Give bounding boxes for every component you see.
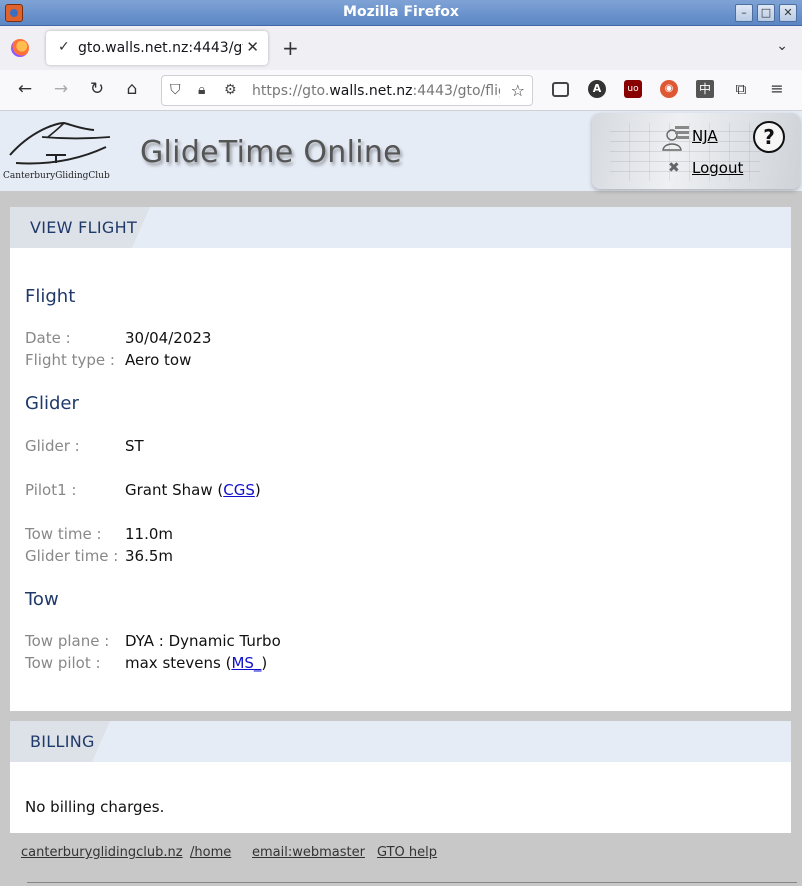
glider-time-value: 36.5m bbox=[125, 547, 174, 565]
logout-link[interactable]: Logout bbox=[692, 159, 743, 177]
footer: canterburyglidingclub.nz /home email:web… bbox=[0, 833, 802, 873]
tow-time-label: Tow time : bbox=[25, 525, 102, 543]
pilot1-value: Grant Shaw (CGS) bbox=[125, 481, 261, 499]
browser-tab[interactable]: ✓ gto.walls.net.nz:4443/gto/flight/view … bbox=[46, 31, 268, 65]
minimize-icon[interactable]: – bbox=[735, 4, 753, 22]
tow-pilot-name: max stevens bbox=[125, 654, 221, 672]
panel-header: VIEW FLIGHT bbox=[10, 207, 791, 248]
site-header: CanterburyGlidingClub GlideTime Online N… bbox=[0, 111, 802, 191]
duckduckgo-icon[interactable]: ◉ bbox=[660, 80, 678, 98]
panel-title: VIEW FLIGHT bbox=[30, 218, 138, 237]
billing-panel: BILLING No billing charges. bbox=[10, 721, 791, 833]
club-logo-text: CanterburyGlidingClub bbox=[3, 171, 110, 181]
tow-pilot-code-link[interactable]: MS_ bbox=[231, 654, 261, 672]
user-code-link[interactable]: NJA bbox=[692, 127, 718, 145]
reload-icon[interactable]: ↻ bbox=[85, 79, 109, 99]
navigation-bar: ← → ↻ ⌂ ⛉ 🔒︎ ⚙ https://gto.walls.net.nz:… bbox=[0, 70, 802, 111]
pilot1-code-link[interactable]: CGS bbox=[223, 481, 255, 499]
close-tab-icon[interactable]: ✕ bbox=[246, 38, 259, 56]
billing-text: No billing charges. bbox=[25, 798, 165, 816]
user-icon bbox=[662, 126, 689, 151]
shield-icon[interactable]: ⛉ bbox=[170, 82, 181, 98]
forward-icon[interactable]: → bbox=[49, 79, 73, 99]
tow-pilot-label: Tow pilot : bbox=[25, 654, 101, 672]
divider bbox=[27, 882, 797, 883]
glider-heading: Glider bbox=[25, 393, 79, 414]
tow-plane-value: DYA : Dynamic Turbo bbox=[125, 632, 281, 650]
tow-plane-label: Tow plane : bbox=[25, 632, 110, 650]
new-tab-icon[interactable]: + bbox=[282, 36, 299, 60]
home-icon[interactable]: ⌂ bbox=[120, 79, 144, 99]
date-label: Date : bbox=[25, 329, 71, 347]
ublock-icon[interactable]: uo bbox=[624, 80, 642, 98]
back-icon[interactable]: ← bbox=[13, 79, 37, 99]
window-title: Mozilla Firefox bbox=[343, 4, 459, 20]
footer-link-club[interactable]: canterburyglidingclub.nz bbox=[21, 845, 183, 860]
bookmark-star-icon[interactable]: ☆ bbox=[511, 81, 525, 100]
pocket-icon[interactable] bbox=[552, 82, 569, 97]
lock-icon[interactable]: 🔒︎ bbox=[198, 82, 205, 98]
chevron-down-icon[interactable]: ⌄ bbox=[776, 38, 788, 54]
extensions-icon[interactable]: ⧉ bbox=[732, 80, 750, 98]
pilot1-name: Grant Shaw bbox=[125, 481, 213, 499]
view-flight-panel: VIEW FLIGHT Flight Date : 30/04/2023 Fli… bbox=[10, 207, 791, 711]
flight-type-value: Aero tow bbox=[125, 351, 192, 369]
maximize-icon[interactable]: □ bbox=[757, 4, 775, 22]
pilot1-label: Pilot1 : bbox=[25, 481, 77, 499]
url-bar[interactable]: ⛉ 🔒︎ ⚙ https://gto.walls.net.nz:4443/gto… bbox=[161, 75, 533, 106]
panel-header: BILLING bbox=[10, 721, 791, 762]
footer-link-webmaster[interactable]: email:webmaster bbox=[252, 845, 365, 860]
glider-label: Glider : bbox=[25, 437, 80, 455]
panel-tab: VIEW FLIGHT bbox=[10, 207, 150, 248]
panel-tab: BILLING bbox=[10, 721, 110, 762]
window-titlebar: Mozilla Firefox – □ ✕ bbox=[0, 0, 802, 26]
app-title: GlideTime Online bbox=[140, 135, 402, 170]
glider-time-label: Glider time : bbox=[25, 547, 119, 565]
footer-link-help[interactable]: GTO help bbox=[377, 845, 437, 860]
translate-icon[interactable]: 中 bbox=[696, 80, 714, 98]
firefox-view-icon[interactable] bbox=[11, 39, 29, 57]
extension-a-icon[interactable]: A bbox=[588, 80, 606, 98]
footer-link-home[interactable]: /home bbox=[190, 845, 231, 860]
menu-icon[interactable]: ≡ bbox=[768, 80, 786, 98]
tow-time-value: 11.0m bbox=[125, 525, 174, 543]
tab-strip: ✓ gto.walls.net.nz:4443/gto/flight/view … bbox=[0, 26, 802, 70]
glider-value: ST bbox=[125, 437, 144, 455]
flight-heading: Flight bbox=[25, 286, 76, 307]
close-window-icon[interactable]: ✕ bbox=[779, 4, 797, 22]
date-value: 30/04/2023 bbox=[125, 329, 212, 347]
page-content: CanterburyGlidingClub GlideTime Online N… bbox=[0, 111, 802, 886]
tow-heading: Tow bbox=[25, 589, 59, 610]
help-button[interactable]: ? bbox=[753, 121, 785, 153]
tab-title: gto.walls.net.nz:4443/gto/flight/view bbox=[78, 40, 243, 56]
logout-icon: ✖ bbox=[668, 160, 680, 176]
panel-title: BILLING bbox=[30, 732, 95, 751]
glider-favicon-icon: ✓ bbox=[58, 39, 70, 55]
flight-type-label: Flight type : bbox=[25, 351, 115, 369]
url-text[interactable]: https://gto.walls.net.nz:4443/gto/flight… bbox=[252, 83, 500, 99]
tow-pilot-value: max stevens (MS_) bbox=[125, 654, 268, 672]
permissions-icon[interactable]: ⚙ bbox=[224, 82, 237, 98]
